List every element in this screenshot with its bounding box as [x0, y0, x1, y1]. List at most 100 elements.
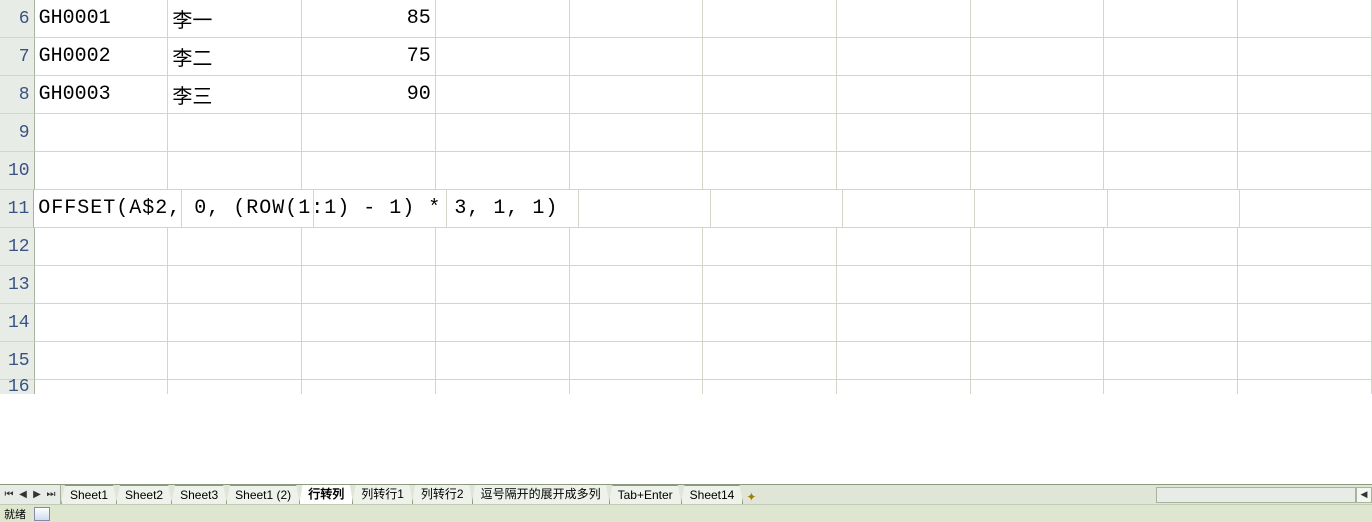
cell-E10[interactable]: [570, 152, 704, 190]
tab-nav-next-icon[interactable]: ▶: [30, 487, 44, 503]
cell-J11[interactable]: [1240, 190, 1372, 228]
cell-I16[interactable]: [1104, 380, 1238, 394]
cell-B10[interactable]: [168, 152, 302, 190]
cell-E14[interactable]: [570, 304, 704, 342]
cell-F15[interactable]: [703, 342, 837, 380]
cell-H11[interactable]: [975, 190, 1107, 228]
cell-I14[interactable]: [1104, 304, 1238, 342]
cell-B8[interactable]: 李三: [168, 76, 302, 114]
cell-J15[interactable]: [1238, 342, 1372, 380]
cell-F13[interactable]: [703, 266, 837, 304]
row-header-14[interactable]: 14: [0, 304, 35, 342]
tab-sheet3[interactable]: Sheet3: [171, 485, 227, 504]
cell-E13[interactable]: [570, 266, 704, 304]
cell-D6[interactable]: [436, 0, 570, 38]
cell-B15[interactable]: [168, 342, 302, 380]
cell-E12[interactable]: [570, 228, 704, 266]
cell-G7[interactable]: [837, 38, 971, 76]
cell-A9[interactable]: [35, 114, 169, 152]
cell-D8[interactable]: [436, 76, 570, 114]
cell-B12[interactable]: [168, 228, 302, 266]
cell-F7[interactable]: [703, 38, 837, 76]
cell-D16[interactable]: [436, 380, 570, 394]
cell-I15[interactable]: [1104, 342, 1238, 380]
cell-C12[interactable]: [302, 228, 436, 266]
tab-sheet14[interactable]: Sheet14: [681, 485, 744, 504]
cell-D13[interactable]: [436, 266, 570, 304]
hscroll-track[interactable]: [1156, 487, 1356, 503]
cell-C6[interactable]: 85: [302, 0, 436, 38]
row-header-13[interactable]: 13: [0, 266, 35, 304]
cell-G6[interactable]: [837, 0, 971, 38]
row-header-11[interactable]: 11: [0, 190, 34, 228]
cell-G12[interactable]: [837, 228, 971, 266]
tab-nav-prev-icon[interactable]: ◀: [16, 487, 30, 503]
row-header-9[interactable]: 9: [0, 114, 35, 152]
new-sheet-icon[interactable]: ✦: [742, 490, 760, 504]
cell-C9[interactable]: [302, 114, 436, 152]
cell-A15[interactable]: [35, 342, 169, 380]
cell-J13[interactable]: [1238, 266, 1372, 304]
cell-E7[interactable]: [570, 38, 704, 76]
cell-D9[interactable]: [436, 114, 570, 152]
cell-I13[interactable]: [1104, 266, 1238, 304]
cell-H7[interactable]: [971, 38, 1105, 76]
cell-G14[interactable]: [837, 304, 971, 342]
row-header-16[interactable]: 16: [0, 380, 35, 394]
cell-C16[interactable]: [302, 380, 436, 394]
cell-A8[interactable]: GH0003: [35, 76, 169, 114]
cell-A7[interactable]: GH0002: [35, 38, 169, 76]
cell-E16[interactable]: [570, 380, 704, 394]
cell-G11[interactable]: [843, 190, 975, 228]
cell-I10[interactable]: [1104, 152, 1238, 190]
cell-F11[interactable]: [711, 190, 843, 228]
cell-J9[interactable]: [1238, 114, 1372, 152]
cell-E11[interactable]: [579, 190, 711, 228]
cell-F14[interactable]: [703, 304, 837, 342]
cell-I11[interactable]: [1108, 190, 1240, 228]
hscroll-left-icon[interactable]: ◀: [1356, 487, 1372, 503]
cell-I8[interactable]: [1104, 76, 1238, 114]
tab-sheet2[interactable]: Sheet2: [116, 485, 172, 504]
cell-D15[interactable]: [436, 342, 570, 380]
cell-J12[interactable]: [1238, 228, 1372, 266]
tab-nav-first-icon[interactable]: ⏮: [2, 487, 16, 503]
cell-B7[interactable]: 李二: [168, 38, 302, 76]
cell-G10[interactable]: [837, 152, 971, 190]
cell-J10[interactable]: [1238, 152, 1372, 190]
cell-H8[interactable]: [971, 76, 1105, 114]
tab-col-to-row2[interactable]: 列转行2: [412, 485, 473, 504]
cell-H10[interactable]: [971, 152, 1105, 190]
cell-H6[interactable]: [971, 0, 1105, 38]
cell-B13[interactable]: [168, 266, 302, 304]
cell-G13[interactable]: [837, 266, 971, 304]
cell-H16[interactable]: [971, 380, 1105, 394]
cell-D12[interactable]: [436, 228, 570, 266]
row-header-6[interactable]: 6: [0, 0, 35, 38]
cell-C8[interactable]: 90: [302, 76, 436, 114]
cell-E6[interactable]: [570, 0, 704, 38]
row-header-7[interactable]: 7: [0, 38, 35, 76]
cell-H14[interactable]: [971, 304, 1105, 342]
cell-A6[interactable]: GH0001: [35, 0, 169, 38]
row-header-8[interactable]: 8: [0, 76, 35, 114]
cell-G8[interactable]: [837, 76, 971, 114]
cell-C10[interactable]: [302, 152, 436, 190]
cell-F6[interactable]: [703, 0, 837, 38]
cell-J6[interactable]: [1238, 0, 1372, 38]
cell-I12[interactable]: [1104, 228, 1238, 266]
cell-C15[interactable]: [302, 342, 436, 380]
cell-F12[interactable]: [703, 228, 837, 266]
cell-D7[interactable]: [436, 38, 570, 76]
cell-H13[interactable]: [971, 266, 1105, 304]
cell-F8[interactable]: [703, 76, 837, 114]
cell-A14[interactable]: [35, 304, 169, 342]
cell-H9[interactable]: [971, 114, 1105, 152]
cell-E8[interactable]: [570, 76, 704, 114]
cell-I6[interactable]: [1104, 0, 1238, 38]
cell-A13[interactable]: [35, 266, 169, 304]
cell-D14[interactable]: [436, 304, 570, 342]
cell-H15[interactable]: [971, 342, 1105, 380]
cell-A16[interactable]: [35, 380, 169, 394]
cell-B9[interactable]: [168, 114, 302, 152]
